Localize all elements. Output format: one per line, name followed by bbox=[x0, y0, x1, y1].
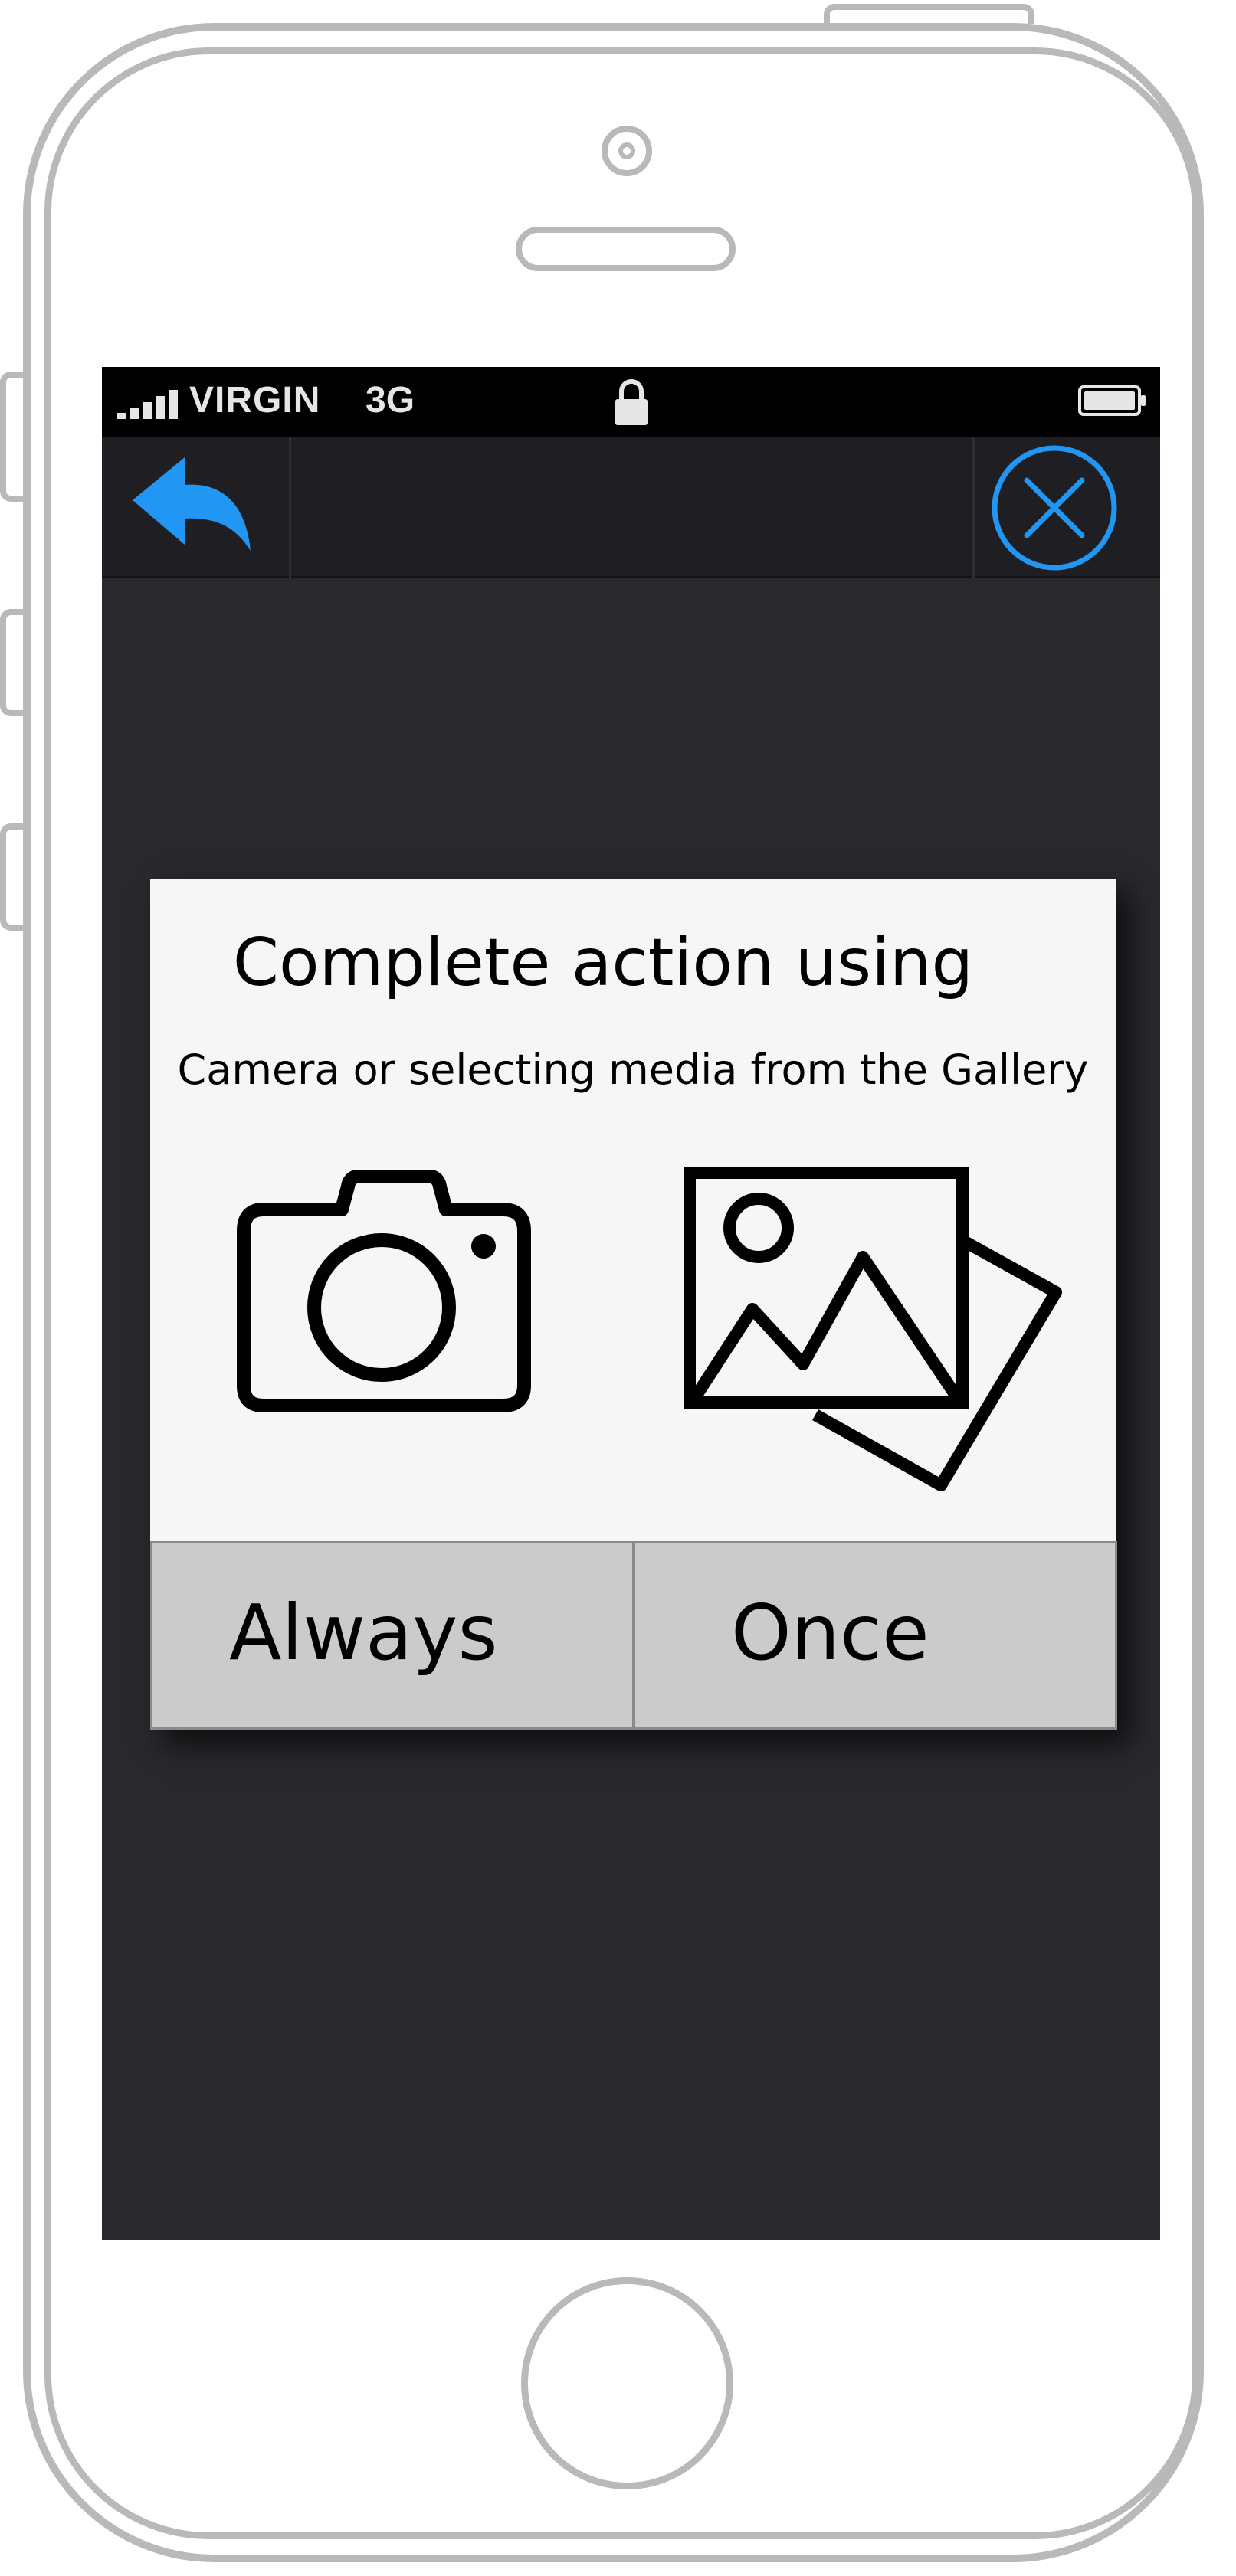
camera-icon bbox=[237, 1169, 531, 1412]
signal-bars-icon bbox=[117, 390, 186, 419]
navigation-bar bbox=[102, 437, 1160, 578]
mute-switch bbox=[0, 372, 23, 502]
once-button[interactable]: Once bbox=[633, 1541, 1117, 1730]
status-bar: VIRGIN 3G bbox=[102, 367, 1160, 437]
dialog-title: Complete action using bbox=[232, 925, 974, 1001]
power-button bbox=[824, 4, 1034, 24]
phone-screen: VIRGIN 3G Complete action using Camera o… bbox=[102, 367, 1160, 2240]
gallery-icon bbox=[684, 1167, 1062, 1491]
gallery-option[interactable] bbox=[679, 1162, 1077, 1499]
home-button[interactable] bbox=[521, 2277, 733, 2489]
close-button[interactable] bbox=[972, 437, 1160, 578]
complete-action-dialog: Complete action using Camera or selectin… bbox=[150, 879, 1117, 1730]
front-camera bbox=[602, 126, 652, 176]
reply-arrow-icon bbox=[133, 457, 251, 551]
back-button[interactable] bbox=[102, 437, 291, 578]
once-button-label: Once bbox=[731, 1588, 929, 1678]
volume-up-button bbox=[0, 609, 23, 716]
always-button[interactable]: Always bbox=[150, 1541, 634, 1730]
always-button-label: Always bbox=[229, 1588, 498, 1678]
volume-down-button bbox=[0, 823, 23, 931]
camera-option[interactable] bbox=[234, 1169, 533, 1415]
close-circle-icon bbox=[992, 445, 1117, 571]
carrier-name: VIRGIN bbox=[189, 380, 321, 421]
network-type: 3G bbox=[366, 380, 415, 421]
battery-icon bbox=[1078, 385, 1146, 416]
earpiece-speaker bbox=[516, 227, 736, 271]
padlock-icon bbox=[615, 379, 648, 425]
dialog-subtitle: Camera or selecting media from the Galle… bbox=[177, 1046, 1089, 1094]
